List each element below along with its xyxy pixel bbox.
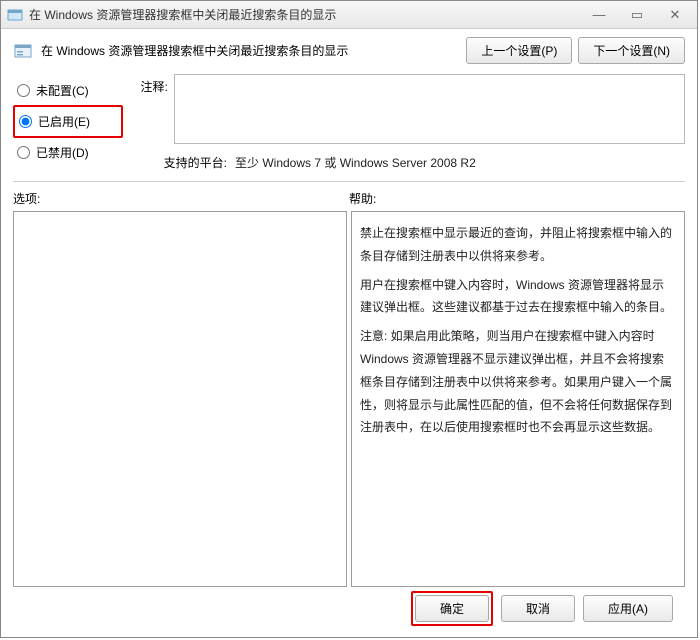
window-controls: — ▭ ✕ (587, 7, 691, 23)
platform-label: 支持的平台: (131, 154, 227, 171)
divider (13, 181, 685, 182)
radio-group: 未配置(C) 已启用(E) 已禁用(D) (13, 74, 123, 171)
radio-disabled[interactable] (17, 146, 30, 159)
close-button[interactable]: ✕ (663, 7, 687, 23)
config-section: 未配置(C) 已启用(E) 已禁用(D) 注释: 支持的平台: (13, 74, 685, 171)
radio-not-configured-label[interactable]: 未配置(C) (36, 82, 89, 99)
help-paragraph: 注意: 如果启用此策略，则当用户在搜索框中键入内容时 Windows 资源管理器… (360, 325, 676, 439)
help-paragraph: 禁止在搜索框中显示最近的查询，并阻止将搜索框中输入的条目存储到注册表中以供将来参… (360, 222, 676, 268)
policy-title: 在 Windows 资源管理器搜索框中关闭最近搜索条目的显示 (41, 42, 348, 59)
radio-enabled-label[interactable]: 已启用(E) (38, 113, 90, 130)
header-row: 在 Windows 资源管理器搜索框中关闭最近搜索条目的显示 上一个设置(P) … (13, 37, 685, 64)
titlebar: 在 Windows 资源管理器搜索框中关闭最近搜索条目的显示 — ▭ ✕ (1, 1, 697, 29)
ok-button[interactable]: 确定 (415, 595, 489, 622)
options-pane (13, 211, 347, 587)
columns: 禁止在搜索框中显示最近的查询，并阻止将搜索框中输入的条目存储到注册表中以供将来参… (13, 211, 685, 587)
ok-highlight: 确定 (411, 591, 493, 626)
platform-row: 支持的平台: 至少 Windows 7 或 Windows Server 200… (131, 154, 685, 171)
maximize-button[interactable]: ▭ (625, 7, 649, 23)
apply-button[interactable]: 应用(A) (583, 595, 673, 622)
radio-enabled-row[interactable]: 已启用(E) (13, 105, 123, 138)
options-header: 选项: (13, 190, 349, 207)
minimize-button[interactable]: — (587, 7, 611, 23)
radio-not-configured-row[interactable]: 未配置(C) (13, 76, 123, 105)
cancel-button[interactable]: 取消 (501, 595, 575, 622)
help-paragraph: 用户在搜索框中键入内容时，Windows 资源管理器将显示建议弹出框。这些建议都… (360, 274, 676, 320)
platform-value: 至少 Windows 7 或 Windows Server 2008 R2 (235, 154, 476, 171)
help-header: 帮助: (349, 190, 685, 207)
previous-setting-button[interactable]: 上一个设置(P) (466, 37, 572, 64)
radio-disabled-row[interactable]: 已禁用(D) (13, 138, 123, 167)
radio-not-configured[interactable] (17, 84, 30, 97)
help-pane: 禁止在搜索框中显示最近的查询，并阻止将搜索框中输入的条目存储到注册表中以供将来参… (351, 211, 685, 587)
radio-disabled-label[interactable]: 已禁用(D) (36, 144, 89, 161)
comment-textarea[interactable] (174, 74, 685, 144)
footer: 确定 取消 应用(A) (13, 587, 685, 629)
content-area: 在 Windows 资源管理器搜索框中关闭最近搜索条目的显示 上一个设置(P) … (1, 29, 697, 637)
comment-label: 注释: (131, 74, 168, 144)
dialog-icon (7, 7, 23, 23)
nav-buttons: 上一个设置(P) 下一个设置(N) (466, 37, 685, 64)
window-title: 在 Windows 资源管理器搜索框中关闭最近搜索条目的显示 (29, 6, 587, 23)
policy-icon (13, 41, 33, 61)
comment-platform-col: 注释: 支持的平台: 至少 Windows 7 或 Windows Server… (131, 74, 685, 171)
next-setting-button[interactable]: 下一个设置(N) (578, 37, 685, 64)
settings-dialog: 在 Windows 资源管理器搜索框中关闭最近搜索条目的显示 — ▭ ✕ 在 W… (0, 0, 698, 638)
radio-enabled[interactable] (19, 115, 32, 128)
columns-header: 选项: 帮助: (13, 190, 685, 207)
